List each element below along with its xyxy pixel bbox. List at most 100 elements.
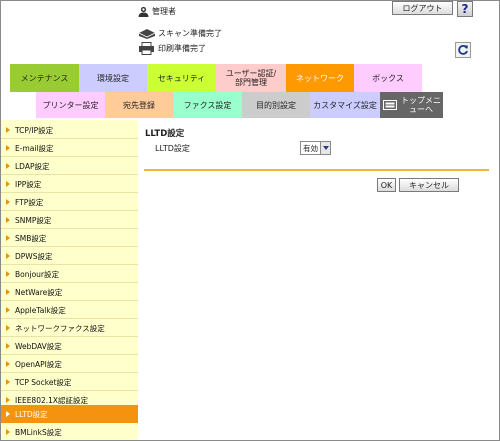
tab-customize-settings[interactable]: カスタマイズ設定 [310, 92, 380, 118]
sidebar-item-label: NetWare設定 [15, 287, 63, 297]
sidebar-item-network-fax[interactable]: ネットワークファクス設定 [1, 320, 138, 336]
sidebar-item-label: DPWS設定 [15, 251, 53, 261]
sidebar-item-label: BMLinkS設定 [15, 427, 62, 437]
tab-security[interactable]: セキュリティ [147, 64, 216, 92]
scan-status: スキャン準備完了 [138, 26, 222, 40]
sub-tab-bar: プリンター設定 宛先登録 ファクス設定 目的別設定 カスタマイズ設定 トップメニ… [36, 92, 443, 118]
arrow-right-icon [6, 163, 10, 169]
sidebar-item-lltd[interactable]: LLTD設定 [1, 405, 138, 423]
user-info: 管理者 [138, 4, 176, 18]
user-name: 管理者 [152, 6, 176, 16]
sidebar-item-ipp[interactable]: IPP設定 [1, 176, 138, 192]
tab-maintenance[interactable]: メンテナンス [10, 64, 79, 92]
divider [1, 318, 138, 319]
sidebar-item-ldap[interactable]: LDAP設定 [1, 158, 138, 174]
arrow-right-icon [6, 379, 10, 385]
refresh-button[interactable] [455, 42, 471, 58]
divider [1, 246, 138, 247]
sidebar-item-openapi[interactable]: OpenAPI設定 [1, 356, 138, 372]
chevron-down-icon [320, 142, 330, 154]
sidebar: TCP/IP設定 E-mail設定 LDAP設定 IPP設定 FTP設定 SNM… [1, 120, 138, 440]
sidebar-item-email[interactable]: E-mail設定 [1, 140, 138, 156]
divider [1, 336, 138, 337]
arrow-right-icon [6, 411, 10, 417]
sidebar-item-label: LLTD設定 [15, 409, 48, 419]
arrow-right-icon [6, 127, 10, 133]
arrow-right-icon [6, 429, 10, 435]
tab-printer-settings[interactable]: プリンター設定 [36, 92, 105, 118]
tab-fax-settings[interactable]: ファクス設定 [173, 92, 242, 118]
lltd-setting-select[interactable]: 有効 [300, 141, 331, 155]
tab-environment[interactable]: 環境設定 [79, 64, 147, 92]
sidebar-item-label: IEEE802.1X認証設定 [15, 395, 89, 405]
divider [1, 174, 138, 175]
arrow-right-icon [6, 235, 10, 241]
top-menu-icon [383, 100, 397, 110]
sidebar-item-label: IPP設定 [15, 179, 42, 189]
arrow-right-icon [6, 145, 10, 151]
divider [1, 390, 138, 391]
print-status: 印刷準備完了 [138, 41, 206, 55]
scanner-icon [138, 28, 156, 39]
print-status-text: 印刷準備完了 [158, 43, 206, 53]
arrow-right-icon [6, 217, 10, 223]
admin-user-icon [138, 6, 149, 17]
sidebar-item-label: SMB設定 [15, 233, 47, 243]
divider [1, 300, 138, 301]
tab-box[interactable]: ボックス [354, 64, 422, 92]
arrow-right-icon [6, 181, 10, 187]
sidebar-item-bonjour[interactable]: Bonjour設定 [1, 266, 138, 282]
sidebar-item-label: E-mail設定 [15, 143, 54, 153]
printer-icon [139, 41, 154, 55]
divider [1, 228, 138, 229]
logout-button[interactable]: ログアウト [392, 1, 453, 15]
divider [1, 210, 138, 211]
sidebar-item-label: TCP/IP設定 [15, 125, 54, 135]
sidebar-item-smb[interactable]: SMB設定 [1, 230, 138, 246]
divider [1, 372, 138, 373]
arrow-right-icon [6, 289, 10, 295]
sidebar-item-label: LDAP設定 [15, 161, 50, 171]
sidebar-item-label: FTP設定 [15, 197, 44, 207]
tab-user-auth[interactable]: ユーザー認証/部門管理 [216, 64, 286, 92]
tab-address-registration[interactable]: 宛先登録 [105, 92, 173, 118]
tab-network[interactable]: ネットワーク [286, 64, 354, 92]
help-button[interactable]: ? [457, 1, 473, 17]
divider [1, 192, 138, 193]
divider [1, 354, 138, 355]
sidebar-item-tcpip[interactable]: TCP/IP設定 [1, 122, 138, 138]
sidebar-item-snmp[interactable]: SNMP設定 [1, 212, 138, 228]
arrow-right-icon [6, 271, 10, 277]
sidebar-item-label: WebDAV設定 [15, 341, 62, 351]
arrow-right-icon [6, 343, 10, 349]
divider [144, 169, 489, 171]
lltd-setting-value: 有効 [303, 143, 318, 153]
tab-top-menu[interactable]: トップメニューへ [380, 92, 443, 118]
arrow-right-icon [6, 397, 10, 403]
sidebar-item-appletalk[interactable]: AppleTalk設定 [1, 302, 138, 318]
divider [1, 282, 138, 283]
arrow-right-icon [6, 253, 10, 259]
sidebar-item-bmlinks[interactable]: BMLinkS設定 [1, 424, 138, 440]
sidebar-item-netware[interactable]: NetWare設定 [1, 284, 138, 300]
sidebar-item-dpws[interactable]: DPWS設定 [1, 248, 138, 264]
ok-button[interactable]: OK [377, 178, 396, 192]
sidebar-item-webdav[interactable]: WebDAV設定 [1, 338, 138, 354]
lltd-setting-label: LLTD設定 [155, 144, 190, 153]
sidebar-item-ftp[interactable]: FTP設定 [1, 194, 138, 210]
tab-purpose-settings[interactable]: 目的別設定 [242, 92, 310, 118]
top-menu-label: トップメニューへ [401, 96, 441, 114]
sidebar-item-label: OpenAPI設定 [15, 359, 62, 369]
arrow-right-icon [6, 199, 10, 205]
refresh-icon [458, 44, 468, 55]
sidebar-item-label: AppleTalk設定 [15, 305, 66, 315]
main-tab-bar: メンテナンス 環境設定 セキュリティ ユーザー認証/部門管理 ネットワーク ボッ… [10, 64, 422, 92]
sidebar-item-label: TCP Socket設定 [15, 377, 72, 387]
arrow-right-icon [6, 307, 10, 313]
sidebar-item-tcp-socket[interactable]: TCP Socket設定 [1, 374, 138, 390]
sidebar-item-label: Bonjour設定 [15, 269, 59, 279]
divider [1, 138, 138, 139]
cancel-button[interactable]: キャンセル [399, 178, 459, 192]
scan-status-text: スキャン準備完了 [158, 28, 222, 38]
page-title: LLTD設定 [145, 129, 185, 139]
